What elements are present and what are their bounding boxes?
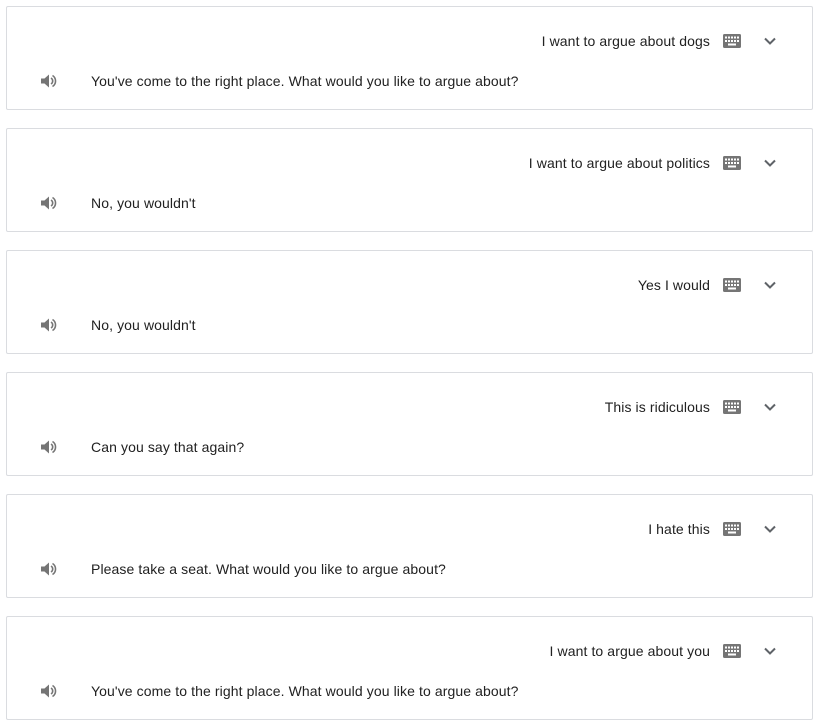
agent-response-text: No, you wouldn't	[91, 195, 196, 211]
user-query-text: I want to argue about you	[549, 643, 710, 659]
chevron-down-icon[interactable]	[763, 36, 777, 46]
chevron-down-icon[interactable]	[763, 524, 777, 534]
conversation-turn: This is ridiculous Can you say that agai…	[6, 372, 813, 476]
conversation-turn: I want to argue about politics No, you w…	[6, 128, 813, 232]
agent-response-text: Can you say that again?	[91, 439, 245, 455]
agent-response-row: You've come to the right place. What wou…	[7, 681, 812, 701]
conversation-turn: Yes I would No, you wouldn't	[6, 250, 813, 354]
agent-response-row: Please take a seat. What would you like …	[7, 559, 812, 579]
user-query-row: I want to argue about politics	[529, 153, 777, 173]
user-query-text: I want to argue about dogs	[541, 33, 710, 49]
user-query-row: This is ridiculous	[605, 397, 777, 417]
chevron-down-icon[interactable]	[763, 158, 777, 168]
volume-icon[interactable]	[40, 73, 57, 89]
conversation-log: I want to argue about dogs You've come t…	[0, 0, 819, 722]
user-query-row: I want to argue about you	[550, 641, 778, 661]
user-query-text: Yes I would	[637, 277, 710, 293]
volume-icon[interactable]	[40, 683, 57, 699]
agent-response-text: You've come to the right place. What wou…	[91, 683, 519, 699]
agent-response-text: You've come to the right place. What wou…	[91, 73, 519, 89]
chevron-down-icon[interactable]	[763, 402, 777, 412]
agent-response-row: No, you wouldn't	[7, 193, 812, 213]
agent-response-text: No, you wouldn't	[91, 317, 196, 333]
agent-response-row: You've come to the right place. What wou…	[7, 71, 812, 91]
keyboard-icon	[723, 644, 741, 658]
user-query-text: This is ridiculous	[604, 399, 710, 415]
agent-response-text: Please take a seat. What would you like …	[91, 561, 446, 577]
agent-response-row: Can you say that again?	[7, 437, 812, 457]
conversation-turn: I want to argue about you You've come to…	[6, 616, 813, 720]
keyboard-icon	[723, 400, 741, 414]
chevron-down-icon[interactable]	[763, 280, 777, 290]
keyboard-icon	[723, 278, 741, 292]
volume-icon[interactable]	[40, 439, 57, 455]
user-query-row: I want to argue about dogs	[542, 31, 777, 51]
user-query-text: I want to argue about politics	[528, 155, 710, 171]
volume-icon[interactable]	[40, 195, 57, 211]
volume-icon[interactable]	[40, 561, 57, 577]
keyboard-icon	[723, 34, 741, 48]
user-query-row: I hate this	[648, 519, 777, 539]
conversation-turn: I want to argue about dogs You've come t…	[6, 6, 813, 110]
agent-response-row: No, you wouldn't	[7, 315, 812, 335]
conversation-turn: I hate this Please take a seat. What wou…	[6, 494, 813, 598]
volume-icon[interactable]	[40, 317, 57, 333]
user-query-text: I hate this	[648, 521, 710, 537]
keyboard-icon	[723, 522, 741, 536]
chevron-down-icon[interactable]	[763, 646, 777, 656]
keyboard-icon	[723, 156, 741, 170]
user-query-row: Yes I would	[638, 275, 777, 295]
